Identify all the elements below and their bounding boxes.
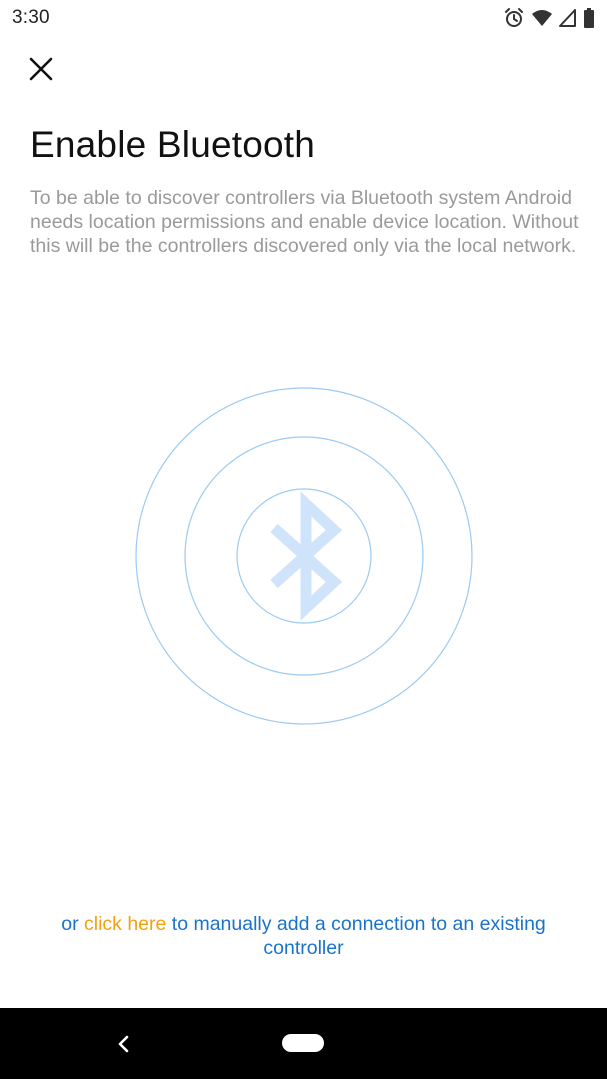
navigation-bar (0, 1008, 607, 1079)
page-title: Enable Bluetooth (30, 124, 316, 165)
click-here-link[interactable]: click here (84, 913, 166, 935)
back-button[interactable] (110, 1030, 138, 1058)
status-bar: 3:30 (0, 0, 607, 36)
link-suffix[interactable]: to manually add a connection to an exist… (172, 913, 546, 959)
battery-icon (583, 8, 595, 28)
wifi-icon (531, 9, 553, 27)
enable-bluetooth-screen: 3:30 Enable Bluetooth To be able to disc… (0, 0, 607, 1079)
close-button[interactable] (22, 50, 60, 88)
close-icon (29, 57, 53, 81)
bluetooth-icon (270, 491, 343, 621)
alarm-icon (503, 7, 525, 29)
manual-connection-link: or click here to manually add a connecti… (20, 912, 587, 960)
home-pill-icon[interactable] (282, 1034, 324, 1052)
bluetooth-illustration (134, 386, 474, 726)
link-prefix: or (61, 913, 79, 935)
back-chevron-icon (118, 1035, 129, 1053)
status-time: 3:30 (12, 7, 50, 28)
signal-icon (559, 9, 577, 27)
description-text: To be able to discover controllers via B… (30, 187, 579, 257)
status-icons (503, 7, 595, 29)
